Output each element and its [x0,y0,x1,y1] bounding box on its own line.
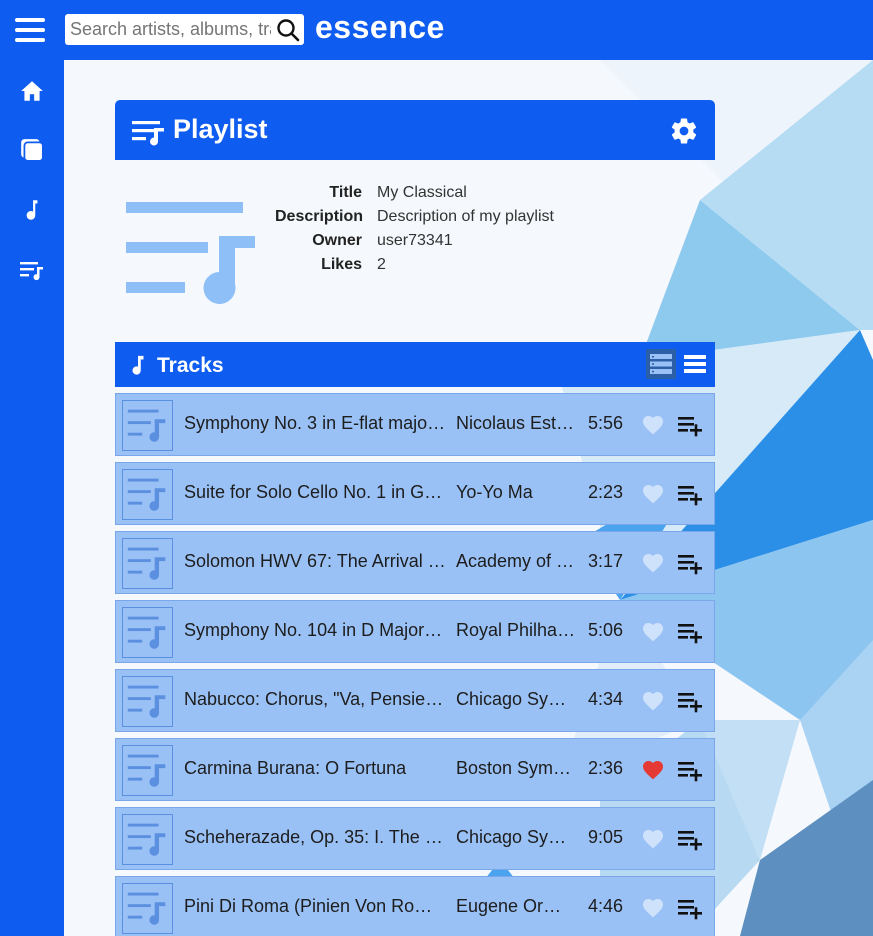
top-bar: essence [0,0,873,60]
search-box [65,14,304,45]
sidebar-item-library[interactable] [15,133,49,167]
track-row[interactable]: Symphony No. 104 in D Major "London" Roya… [115,600,715,663]
track-artist[interactable]: Nicolaus Esterházy Sinfonia [456,413,576,434]
track-title[interactable]: Nabucco: Chorus, "Va, Pensiero, Sull'ali… [184,689,446,710]
playlist-description: Description of my playlist [377,208,554,225]
tracks-heading: Tracks [157,354,224,377]
track-thumbnail-icon [122,745,173,796]
search-input[interactable] [65,14,271,45]
library-icon [21,139,44,162]
search-icon[interactable] [275,17,301,43]
add-to-queue-icon[interactable] [676,826,704,854]
track-artist[interactable]: Academy of St Martin in the Fields [456,551,576,572]
track-artist[interactable]: Chicago Symphony Orchestra [456,827,576,848]
track-row[interactable]: Suite for Solo Cello No. 1 in G Major, B… [115,462,715,525]
playlist-info: Title My Classical Description Descripti… [115,160,715,342]
track-duration: 5:06 [588,620,624,640]
add-to-queue-icon[interactable] [676,619,704,647]
playlist-header: Playlist [115,100,715,160]
track-duration: 5:56 [588,413,624,433]
meta-label: Description [275,208,364,225]
track-row[interactable]: Nabucco: Chorus, "Va, Pensiero, Sull'ali… [115,669,715,732]
track-artist[interactable]: Royal Philharmonic Orchestra [456,620,576,641]
track-title[interactable]: Symphony No. 3 in E-flat major, Op. 55 "… [184,413,446,434]
meta-label: Owner [312,232,362,249]
heart-icon[interactable] [641,620,665,644]
add-to-queue-icon[interactable] [676,688,704,716]
add-to-queue-icon[interactable] [676,481,704,509]
track-row[interactable]: Solomon HWV 67: The Arrival of the Queen… [115,531,715,594]
heart-icon[interactable] [641,551,665,575]
playlist-cover-icon [126,202,255,304]
app-brand[interactable]: essence [315,9,445,46]
playlist-owner[interactable]: user73341 [377,229,453,253]
tracks-header: Tracks [115,342,715,387]
track-thumbnail-icon [122,469,173,520]
music-note-icon [26,200,38,220]
playlist-icon [132,121,164,146]
add-to-queue-icon[interactable] [676,412,704,440]
heart-icon[interactable] [641,827,665,851]
add-to-queue-icon[interactable] [676,550,704,578]
track-title[interactable]: Symphony No. 104 in D Major "London" [184,620,446,641]
track-title[interactable]: Solomon HWV 67: The Arrival of the Queen… [184,551,446,572]
track-artist[interactable]: Eugene Ormandy [456,896,576,917]
heart-icon[interactable] [641,758,665,782]
track-thumbnail-icon [122,883,173,934]
track-duration: 2:36 [588,758,624,778]
track-duration: 2:23 [588,482,624,502]
track-artist[interactable]: Boston Symphony Orchestra [456,758,576,779]
track-title[interactable]: Suite for Solo Cello No. 1 in G Major, B… [184,482,446,503]
track-thumbnail-icon [122,814,173,865]
track-row[interactable]: Pini Di Roma (Pinien Von Rom): I Pini De… [115,876,715,936]
add-to-queue-icon[interactable] [676,757,704,785]
track-duration: 9:05 [588,827,624,847]
music-note-icon [132,355,144,375]
heart-icon[interactable] [641,896,665,920]
sidebar [0,60,64,936]
sidebar-item-home[interactable] [15,74,49,108]
track-thumbnail-icon [122,400,173,451]
list-icon [684,355,706,373]
detailed-list-icon [650,354,672,374]
meta-row-owner: Owner user73341 [275,229,554,253]
track-row[interactable]: Scheherazade, Op. 35: I. The Sea and Sin… [115,807,715,870]
playlist-icon [20,262,43,281]
playlist-heading: Playlist [173,114,268,144]
playlist-meta: Title My Classical Description Descripti… [275,181,554,277]
track-title[interactable]: Pini Di Roma (Pinien Von Rom): I Pini De… [184,896,446,917]
add-to-queue-icon[interactable] [676,895,704,923]
heart-icon[interactable] [641,413,665,437]
sidebar-item-tracks[interactable] [15,193,49,227]
meta-row-likes: Likes 2 [275,253,554,277]
playlist-likes: 2 [377,256,386,273]
track-artist[interactable]: Yo-Yo Ma [456,482,576,503]
hamburger-menu-icon[interactable] [14,14,46,46]
track-row[interactable]: Symphony No. 3 in E-flat major, Op. 55 "… [115,393,715,456]
track-duration: 4:34 [588,689,624,709]
track-title[interactable]: Carmina Burana: O Fortuna [184,758,446,779]
meta-label: Title [329,184,362,201]
meta-row-description: Description Description of my playlist [275,205,554,229]
compact-view-button[interactable] [680,349,710,379]
track-thumbnail-icon [122,538,173,589]
meta-row-title: Title My Classical [275,181,554,205]
gear-icon[interactable] [669,116,699,146]
playlist-title: My Classical [377,184,467,201]
heart-icon[interactable] [641,482,665,506]
track-thumbnail-icon [122,676,173,727]
detailed-view-button[interactable] [646,349,676,379]
sidebar-item-playlists[interactable] [15,253,49,287]
track-row[interactable]: Carmina Burana: O Fortuna Boston Symphony… [115,738,715,801]
meta-label: Likes [321,256,362,273]
home-icon [21,81,43,101]
track-artist[interactable]: Chicago Symphony Chorus [456,689,576,710]
track-thumbnail-icon [122,607,173,658]
heart-icon[interactable] [641,689,665,713]
track-duration: 3:17 [588,551,624,571]
track-duration: 4:46 [588,896,624,916]
track-title[interactable]: Scheherazade, Op. 35: I. The Sea and Sin… [184,827,446,848]
